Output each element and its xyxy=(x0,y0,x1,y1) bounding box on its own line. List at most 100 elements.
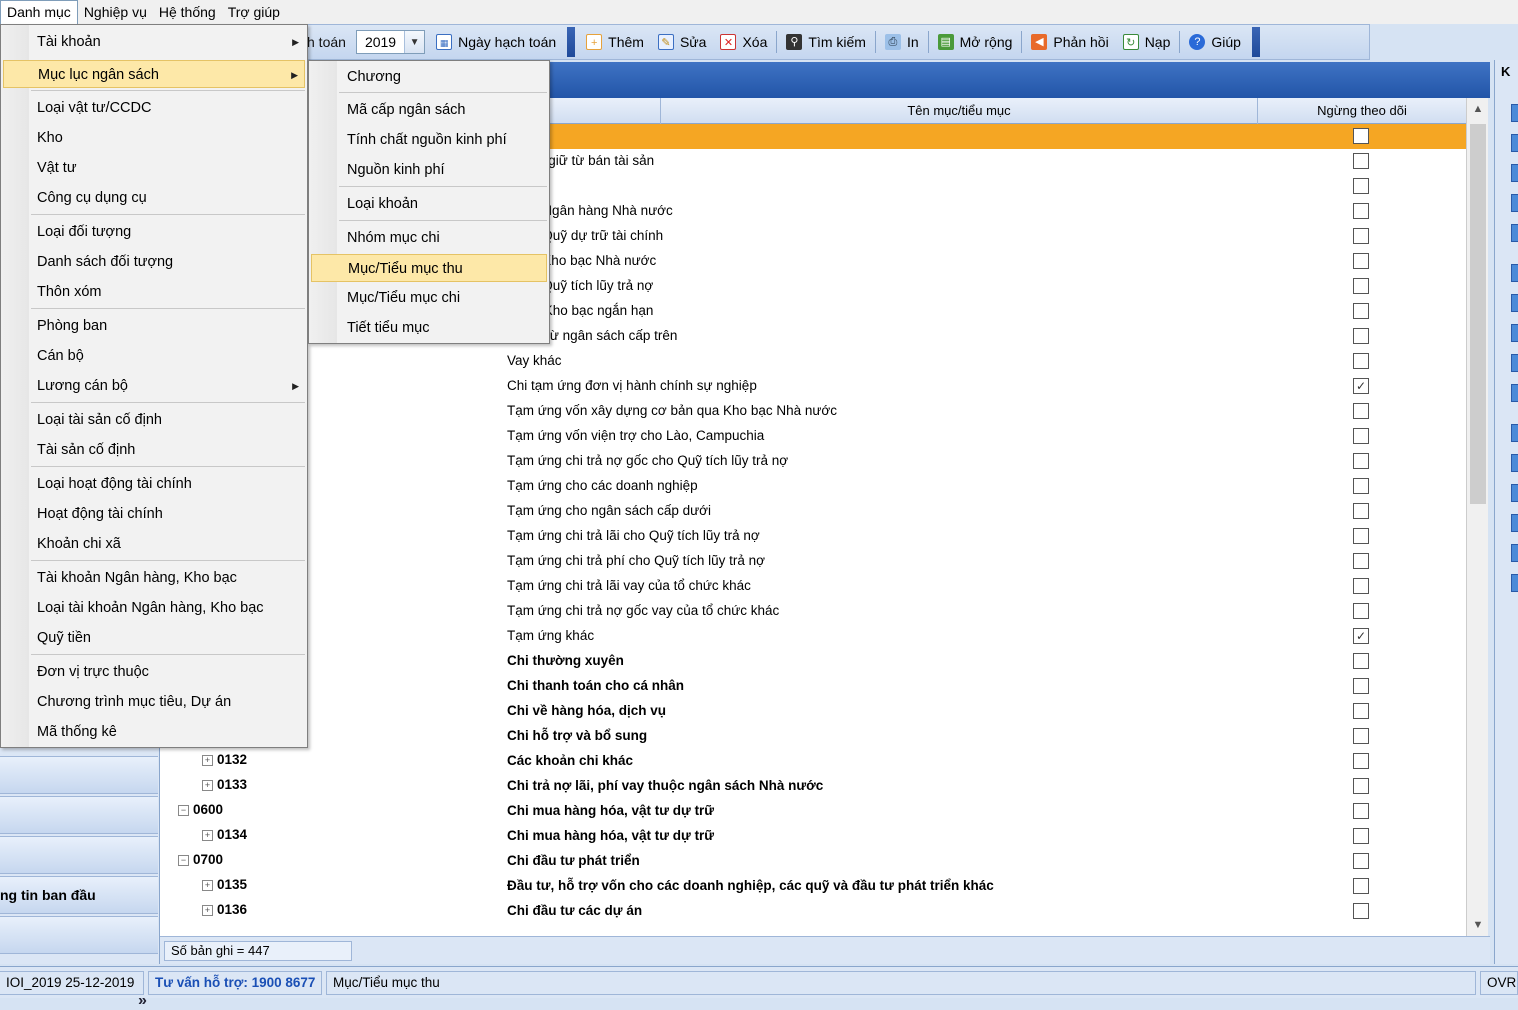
search-button[interactable]: ⚲ Tìm kiếm xyxy=(779,28,873,56)
menu-item[interactable]: Vật tư xyxy=(3,154,305,182)
nav-block[interactable] xyxy=(0,836,158,874)
menu-item[interactable]: Kho xyxy=(3,124,305,152)
table-row[interactable]: Chi thường xuyên xyxy=(160,649,1466,674)
scroll-thumb[interactable] xyxy=(1470,124,1486,504)
menu-item[interactable]: Danh sách đối tượng xyxy=(3,248,305,276)
expand-icon[interactable]: + xyxy=(202,755,213,766)
edit-button[interactable]: ✎ Sửa xyxy=(651,28,714,56)
stop-tracking-checkbox[interactable] xyxy=(1353,128,1369,144)
panel-item-icon[interactable] xyxy=(1511,544,1518,562)
menu-item[interactable]: Quỹ tiền xyxy=(3,624,305,652)
chevron-down-icon[interactable]: ▼ xyxy=(404,31,425,53)
print-button[interactable]: ⎙ In xyxy=(878,28,926,56)
menu-item[interactable]: Khoản chi xã xyxy=(3,530,305,558)
row-code[interactable]: +0135 xyxy=(202,877,247,892)
stop-tracking-checkbox[interactable] xyxy=(1353,528,1369,544)
menu-item[interactable]: Tài khoản Ngân hàng, Kho bạc xyxy=(3,564,305,592)
panel-item-icon[interactable] xyxy=(1511,164,1518,182)
submenu-item[interactable]: Tính chất nguồn kinh phí xyxy=(311,126,547,154)
menu-item[interactable]: Loại hoạt động tài chính xyxy=(3,470,305,498)
row-code[interactable]: −0600 xyxy=(178,802,223,817)
table-row[interactable]: Tạm ứng chi trả phí cho Quỹ tích lũy trả… xyxy=(160,549,1466,574)
stop-tracking-checkbox[interactable]: ✓ xyxy=(1353,378,1369,394)
stop-tracking-checkbox[interactable] xyxy=(1353,178,1369,194)
menu-item[interactable]: Lương cán bộ ▶ xyxy=(3,372,305,400)
table-row[interactable]: −0600 Chi mua hàng hóa, vật tư dự trữ xyxy=(160,799,1466,824)
panel-item-icon[interactable] xyxy=(1511,264,1518,282)
posting-date-button[interactable]: ▦ Ngày hạch toán xyxy=(429,28,563,56)
submenu-item[interactable]: Nhóm mục chi xyxy=(311,224,547,252)
submenu-item[interactable]: Mã cấp ngân sách xyxy=(311,96,547,124)
column-header-name[interactable]: Tên mục/tiểu mục xyxy=(660,98,1258,124)
stop-tracking-checkbox[interactable] xyxy=(1353,253,1369,269)
table-row[interactable]: Tạm ứng cho các doanh nghiệp xyxy=(160,474,1466,499)
stop-tracking-checkbox[interactable] xyxy=(1353,228,1369,244)
panel-item-icon[interactable] xyxy=(1511,424,1518,442)
table-row[interactable]: +0136 Chi đầu tư các dự án xyxy=(160,899,1466,924)
table-row[interactable]: +0133 Chi trả nợ lãi, phí vay thuộc ngân … xyxy=(160,774,1466,799)
panel-item-icon[interactable] xyxy=(1511,224,1518,242)
stop-tracking-checkbox[interactable] xyxy=(1353,403,1369,419)
table-row[interactable]: Tạm ứng chi trả nợ gốc cho Quỹ tích lũy … xyxy=(160,449,1466,474)
stop-tracking-checkbox[interactable] xyxy=(1353,703,1369,719)
menu-item[interactable]: Loại vật tư/CCDC xyxy=(3,94,305,122)
stop-tracking-checkbox[interactable] xyxy=(1353,678,1369,694)
table-row[interactable]: Tạm ứng chi trả lãi cho Quỹ tích lũy trả… xyxy=(160,524,1466,549)
stop-tracking-checkbox[interactable] xyxy=(1353,878,1369,894)
stop-tracking-checkbox[interactable]: ✓ xyxy=(1353,628,1369,644)
stop-tracking-checkbox[interactable] xyxy=(1353,303,1369,319)
menu-item[interactable]: Thôn xóm xyxy=(3,278,305,306)
stop-tracking-checkbox[interactable] xyxy=(1353,453,1369,469)
table-row[interactable]: Tạm ứng vốn xây dựng cơ bản qua Kho bạc … xyxy=(160,399,1466,424)
add-button[interactable]: + Thêm xyxy=(579,28,651,56)
stop-tracking-checkbox[interactable] xyxy=(1353,553,1369,569)
panel-item-icon[interactable] xyxy=(1511,384,1518,402)
panel-item-icon[interactable] xyxy=(1511,574,1518,592)
stop-tracking-checkbox[interactable] xyxy=(1353,803,1369,819)
submenu-item[interactable]: Loại khoản xyxy=(311,190,547,218)
panel-item-icon[interactable] xyxy=(1511,104,1518,122)
menu-item[interactable]: Mục lục ngân sách ▶ xyxy=(3,60,305,88)
stop-tracking-checkbox[interactable] xyxy=(1353,778,1369,794)
feedback-button[interactable]: ◀ Phản hồi xyxy=(1024,28,1115,56)
menu-tro-giup[interactable]: Trợ giúp xyxy=(222,1,286,23)
menu-item[interactable]: Cán bộ xyxy=(3,342,305,370)
stop-tracking-checkbox[interactable] xyxy=(1353,603,1369,619)
submenu-item[interactable]: Chương xyxy=(311,63,547,91)
row-code[interactable]: +0132 xyxy=(202,752,247,767)
stop-tracking-checkbox[interactable] xyxy=(1353,203,1369,219)
table-row[interactable]: Chi hỗ trợ và bổ sung xyxy=(160,724,1466,749)
nav-block-initial-info[interactable]: ng tin ban đầu xyxy=(0,876,158,914)
panel-item-icon[interactable] xyxy=(1511,194,1518,212)
toolbar-grip[interactable] xyxy=(567,27,576,57)
table-row[interactable]: Vay khác xyxy=(160,349,1466,374)
help-button[interactable]: ? Giúp xyxy=(1182,28,1248,56)
toolbar-grip[interactable] xyxy=(1251,27,1260,57)
year-select[interactable]: 2019 ▼ xyxy=(355,30,426,54)
table-row[interactable]: +0135 Đầu tư, hỗ trợ vốn cho các doanh ng… xyxy=(160,874,1466,899)
nav-block[interactable] xyxy=(0,796,158,834)
expand-icon[interactable]: + xyxy=(202,830,213,841)
extend-button[interactable]: ▤ Mở rộng xyxy=(931,28,1020,56)
stop-tracking-checkbox[interactable] xyxy=(1353,853,1369,869)
stop-tracking-checkbox[interactable] xyxy=(1353,828,1369,844)
stop-tracking-checkbox[interactable] xyxy=(1353,353,1369,369)
menu-he-thong[interactable]: Hệ thống xyxy=(153,1,222,23)
menu-item[interactable]: Loại đối tượng xyxy=(3,218,305,246)
panel-item-icon[interactable] xyxy=(1511,134,1518,152)
stop-tracking-checkbox[interactable] xyxy=(1353,903,1369,919)
table-row[interactable]: Chi thanh toán cho cá nhân xyxy=(160,674,1466,699)
panel-item-icon[interactable] xyxy=(1511,294,1518,312)
row-code[interactable]: −0700 xyxy=(178,852,223,867)
reload-button[interactable]: ↻ Nạp xyxy=(1116,28,1178,56)
submenu-item[interactable]: Nguồn kinh phí xyxy=(311,156,547,184)
menu-danh-muc[interactable]: Danh mục xyxy=(0,0,78,24)
table-row[interactable]: Tạm ứng khác ✓ xyxy=(160,624,1466,649)
table-row[interactable]: Tạm ứng chi trả nợ gốc vay của tổ chức k… xyxy=(160,599,1466,624)
collapse-icon[interactable]: − xyxy=(178,805,189,816)
collapse-icon[interactable]: − xyxy=(178,855,189,866)
menu-item[interactable]: Tài khoản ▶ xyxy=(3,28,305,56)
expand-icon[interactable]: + xyxy=(202,880,213,891)
table-row[interactable]: +0134 Chi mua hàng hóa, vật tư dự trữ xyxy=(160,824,1466,849)
table-row[interactable]: Tạm ứng cho ngân sách cấp dưới xyxy=(160,499,1466,524)
